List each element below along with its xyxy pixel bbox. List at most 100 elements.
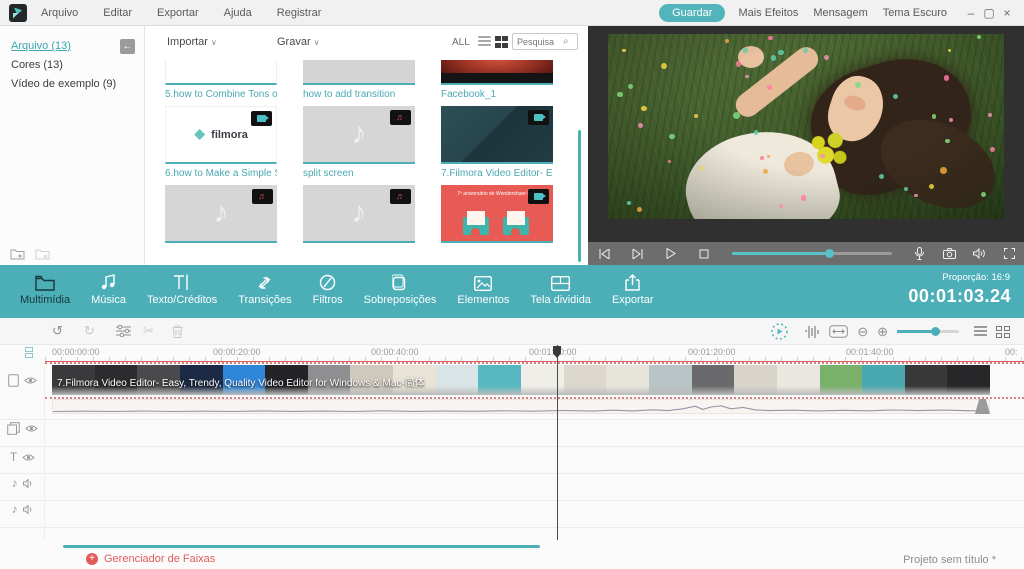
speaker-icon: [23, 505, 34, 514]
preview-video-frame: [608, 34, 1004, 219]
seek-knob[interactable]: [825, 249, 834, 258]
media-item[interactable]: 5.how to Combine Tons o...: [165, 60, 277, 100]
tab-exportar[interactable]: Exportar: [612, 271, 654, 306]
collapse-panel-button[interactable]: ←: [120, 39, 135, 54]
media-thumbnail[interactable]: [441, 60, 553, 85]
track-manager-label: Gerenciador de Faixas: [104, 553, 215, 565]
transitions-icon: [256, 271, 273, 291]
eye-icon: [25, 424, 38, 433]
music-track-2-header[interactable]: ♪: [0, 502, 45, 516]
filter-all-dropdown[interactable]: ALL: [452, 37, 470, 48]
timeline-zoom-slider[interactable]: [897, 330, 959, 333]
more-effects-button[interactable]: Mais Efeitos: [738, 7, 798, 19]
zoom-slider-knob[interactable]: [931, 327, 940, 336]
tab-filtros[interactable]: Filtros: [313, 271, 343, 306]
track-manager-button[interactable]: + Gerenciador de Faixas: [86, 553, 215, 565]
snapshot-camera-icon[interactable]: [934, 242, 964, 265]
zoom-to-fit-icon[interactable]: [829, 325, 848, 338]
add-folder-icon[interactable]: [10, 247, 25, 260]
playhead-line[interactable]: [557, 345, 558, 540]
sidebar-item-cores[interactable]: Cores (13): [11, 59, 144, 71]
record-dropdown[interactable]: Gravar ∨: [277, 36, 320, 48]
list-view-icon[interactable]: [478, 36, 491, 48]
search-icon: ⌕: [563, 36, 569, 47]
track-height-icon[interactable]: [25, 347, 33, 359]
zoom-out-icon[interactable]: ⊖: [857, 325, 868, 338]
minimize-button[interactable]: –: [962, 6, 980, 20]
text-track-header[interactable]: T: [0, 450, 45, 464]
save-button[interactable]: Guardar: [659, 4, 725, 22]
aspect-ratio-label[interactable]: Proporção: 16:9: [942, 272, 1010, 283]
message-button[interactable]: Mensagem: [813, 7, 867, 19]
timeline-clip[interactable]: 7.Filmora Video Editor- Easy, Trendy, Qu…: [52, 365, 990, 414]
media-thumbnail[interactable]: 7º aniversário de Wondershare Film: [441, 185, 553, 243]
menu-arquivo[interactable]: Arquivo: [41, 7, 78, 19]
tab-texto-creditos[interactable]: Texto/Créditos: [147, 271, 217, 306]
media-thumbnail[interactable]: [165, 60, 277, 85]
media-item[interactable]: ♪ ♬ split screen: [303, 106, 415, 179]
track-headers: T ♪ ♪: [0, 362, 45, 540]
fullscreen-icon[interactable]: [994, 242, 1024, 265]
adjust-settings-icon[interactable]: [116, 325, 131, 337]
volume-icon[interactable]: [964, 242, 994, 265]
tab-musica[interactable]: Música: [91, 271, 126, 306]
status-bar: + Gerenciador de Faixas Projeto sem títu…: [0, 540, 1024, 569]
media-thumbnail[interactable]: [303, 60, 415, 85]
sidebar-item-video-exemplo[interactable]: Vídeo de exemplo (9): [11, 78, 144, 90]
tab-transicoes[interactable]: Transições: [238, 271, 291, 306]
tab-tela-dividida[interactable]: Tela dividida: [530, 271, 591, 306]
media-item[interactable]: ♪ ♬: [165, 185, 277, 247]
filmora-wordmark: filmora: [211, 129, 248, 141]
tab-sobreposicoes[interactable]: Sobreposições: [364, 271, 437, 306]
overlays-icon: [392, 271, 409, 291]
ruler-label: 00:00:40:00: [371, 347, 419, 357]
media-item[interactable]: filmora 6.how to Make a Simple S...: [165, 106, 277, 179]
seek-slider[interactable]: [720, 242, 904, 265]
render-preview-icon[interactable]: [771, 323, 788, 340]
media-item[interactable]: ♪ ♬: [303, 185, 415, 247]
dark-theme-button[interactable]: Tema Escuro: [883, 7, 947, 19]
media-thumbnail[interactable]: [441, 106, 553, 164]
media-thumbnail[interactable]: filmora: [165, 106, 277, 164]
stop-button[interactable]: [687, 242, 720, 265]
eye-icon: [22, 453, 35, 462]
media-item[interactable]: how to add transition: [303, 60, 415, 100]
pip-track-header[interactable]: [0, 422, 45, 435]
media-item[interactable]: 7.Filmora Video Editor- E...: [441, 106, 553, 179]
media-item[interactable]: Facebook_1: [441, 60, 553, 100]
next-frame-button[interactable]: [621, 242, 654, 265]
import-dropdown[interactable]: Importar ∨: [167, 36, 217, 48]
media-item[interactable]: 7º aniversário de Wondershare Film: [441, 185, 553, 247]
music-track-1-header[interactable]: ♪: [0, 476, 45, 490]
microphone-icon[interactable]: [904, 242, 934, 265]
media-thumbnail[interactable]: ♪ ♬: [303, 185, 415, 243]
search-box[interactable]: ⌕: [512, 33, 578, 50]
zoom-in-icon[interactable]: ⊕: [877, 325, 888, 338]
title-bar: Arquivo Editar Exportar Ajuda Registrar …: [0, 0, 1024, 26]
media-thumbnail[interactable]: ♪ ♬: [303, 106, 415, 164]
maximize-button[interactable]: ▢: [980, 6, 998, 20]
track-list-view-icon[interactable]: [974, 326, 987, 338]
grid-view-icon[interactable]: [495, 36, 508, 48]
confetti-overlay: [608, 34, 1004, 219]
undo-icon[interactable]: ↺: [52, 323, 63, 339]
menu-exportar[interactable]: Exportar: [157, 7, 199, 19]
tab-elementos[interactable]: Elementos: [457, 271, 509, 306]
menu-editar[interactable]: Editar: [103, 7, 132, 19]
track-grid-view-icon[interactable]: [996, 326, 1010, 338]
tab-multimidia[interactable]: Multimídia: [20, 271, 70, 306]
media-thumbnail[interactable]: ♪ ♬: [165, 185, 277, 243]
close-button[interactable]: ×: [998, 6, 1016, 20]
timeline-ruler[interactable]: 00:00:00:00 00:00:20:00 00:00:40:00 00:0…: [0, 345, 1024, 362]
audio-badge-icon: ♬: [390, 189, 411, 204]
play-button[interactable]: [654, 242, 687, 265]
menu-ajuda[interactable]: Ajuda: [224, 7, 252, 19]
video-badge-icon: [528, 189, 549, 204]
video-track-header[interactable]: [0, 374, 45, 387]
previous-frame-button[interactable]: [588, 242, 621, 265]
audio-mixer-icon[interactable]: [805, 325, 820, 339]
menu-registrar[interactable]: Registrar: [277, 7, 322, 19]
media-scrollbar[interactable]: [578, 130, 581, 262]
timeline-horizontal-scrollbar[interactable]: [63, 545, 540, 548]
search-input[interactable]: [513, 37, 563, 47]
